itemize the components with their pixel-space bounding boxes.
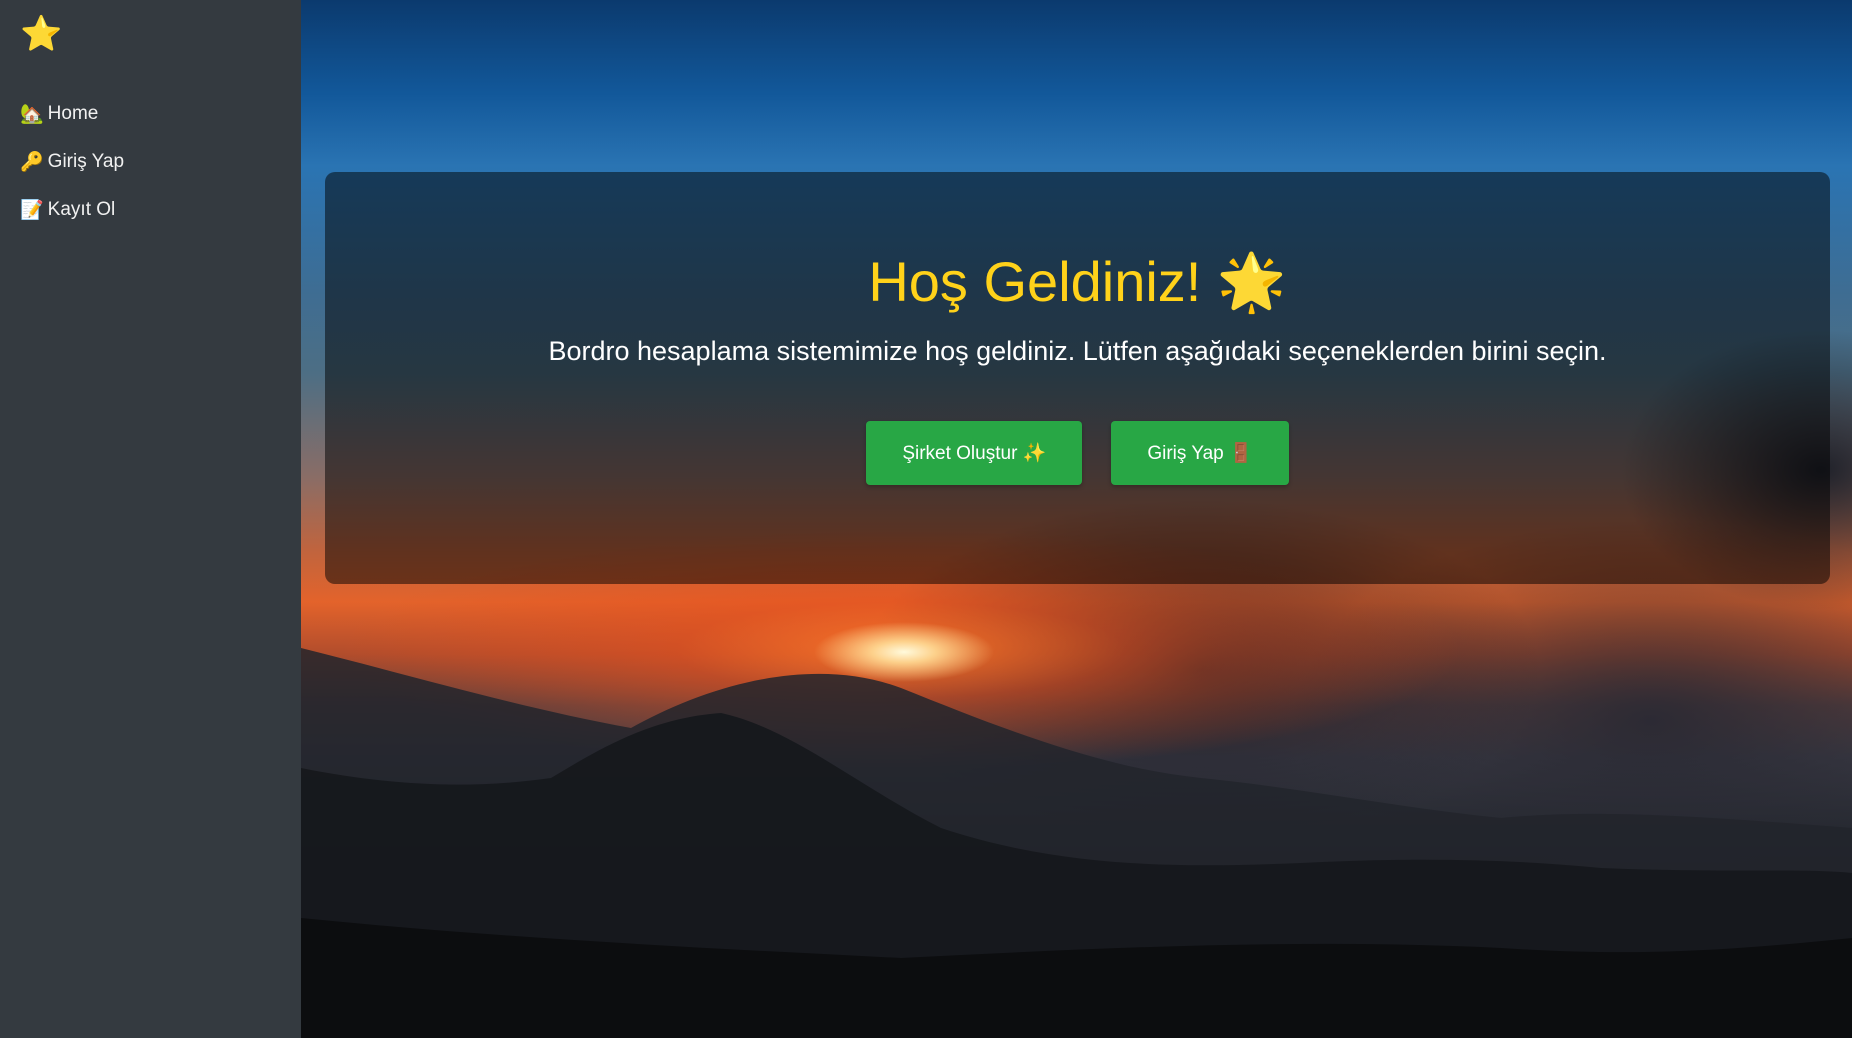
sidebar-item-login[interactable]: 🔑 Giriş Yap xyxy=(0,144,301,180)
sidebar: ⭐ 🏡 Home 🔑 Giriş Yap 📝 Kayıt Ol xyxy=(0,0,301,1038)
background-mountains xyxy=(301,648,1852,1038)
action-buttons: Şirket Oluştur ✨ Giriş Yap 🚪 xyxy=(325,421,1830,485)
create-company-button[interactable]: Şirket Oluştur ✨ xyxy=(866,421,1083,485)
welcome-subtitle: Bordro hesaplama sistemimize hoş geldini… xyxy=(548,336,1607,366)
app-root: ⭐ 🏡 Home 🔑 Giriş Yap 📝 Kayıt Ol Hoş Geld… xyxy=(0,0,1852,1038)
main-content: Hoş Geldiniz! 🌟 Bordro hesaplama sistemi… xyxy=(301,0,1852,1038)
page-title: Hoş Geldiniz! 🌟 xyxy=(868,250,1287,313)
sidebar-item-home[interactable]: 🏡 Home xyxy=(0,96,301,132)
sidebar-item-label: Home xyxy=(47,103,99,124)
key-icon: 🔑 xyxy=(20,152,44,173)
house-icon: 🏡 xyxy=(20,104,44,125)
sidebar-item-label: Giriş Yap xyxy=(47,151,125,172)
brand-star-icon[interactable]: ⭐ xyxy=(0,14,301,54)
sidebar-item-label: Kayıt Ol xyxy=(47,199,116,220)
login-button[interactable]: Giriş Yap 🚪 xyxy=(1111,421,1289,485)
sidebar-item-register[interactable]: 📝 Kayıt Ol xyxy=(0,192,301,228)
memo-icon: 📝 xyxy=(20,200,44,221)
welcome-card: Hoş Geldiniz! 🌟 Bordro hesaplama sistemi… xyxy=(325,172,1830,584)
